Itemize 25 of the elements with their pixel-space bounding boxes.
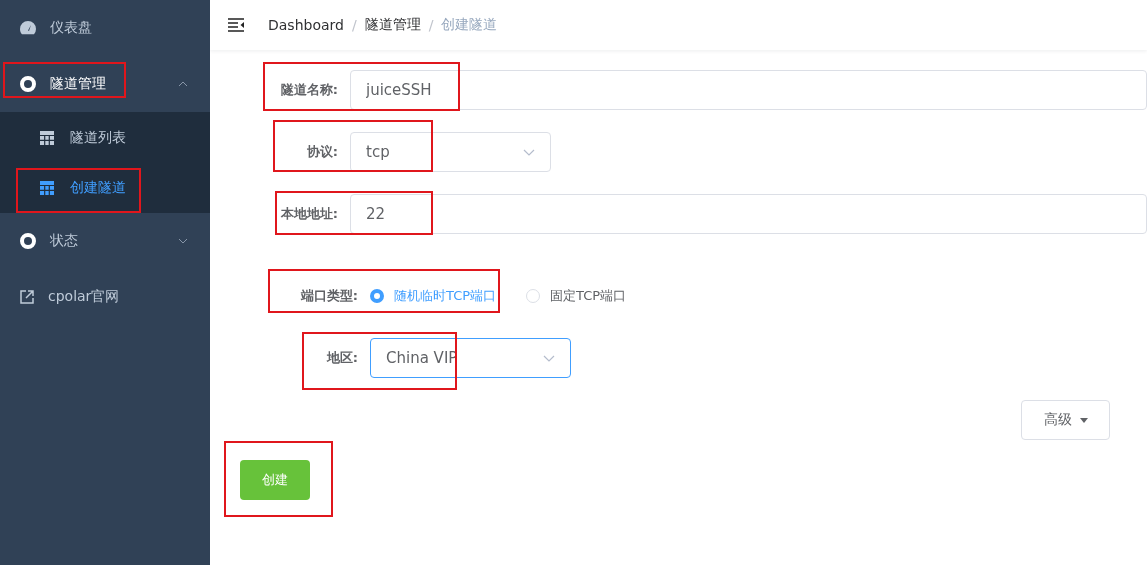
menu-label: cpolar官网 (48, 288, 120, 306)
submenu-item[interactable]: 隧道列表 (0, 113, 210, 163)
menu-item[interactable]: cpolar官网 (0, 269, 210, 325)
select-field[interactable]: tcp (350, 132, 551, 172)
menu-item[interactable]: 隧道管理 (0, 56, 210, 112)
submenu-item[interactable]: 创建隧道 (0, 163, 210, 213)
menu-label: 状态 (50, 232, 78, 250)
field-label: 隧道名称: (279, 81, 339, 99)
field-label: 本地地址: (279, 205, 339, 223)
field-label: 地区: (325, 349, 359, 367)
breadcrumb-item: 创建隧道 (441, 16, 498, 34)
menu-item[interactable]: 仪表盘 (0, 0, 210, 56)
field-label: 端口类型: (299, 287, 359, 305)
advanced-dropdown-button[interactable]: 高级 (1021, 400, 1110, 440)
radio-option[interactable]: 固定TCP端口 (526, 287, 627, 305)
breadcrumb-item[interactable]: Dashboard (268, 17, 344, 33)
text-field[interactable]: juiceSSH (350, 70, 1147, 110)
breadcrumb-separator: / (428, 17, 434, 33)
menu-label: 仪表盘 (50, 19, 92, 37)
breadcrumb-separator: / (351, 17, 357, 33)
menu-label: 隧道管理 (50, 75, 106, 93)
text-field[interactable]: 22 (350, 194, 1147, 234)
breadcrumb-item[interactable]: 隧道管理 (364, 16, 421, 34)
menu-item[interactable]: 状态 (0, 213, 210, 269)
field-label: 协议: (305, 143, 339, 161)
